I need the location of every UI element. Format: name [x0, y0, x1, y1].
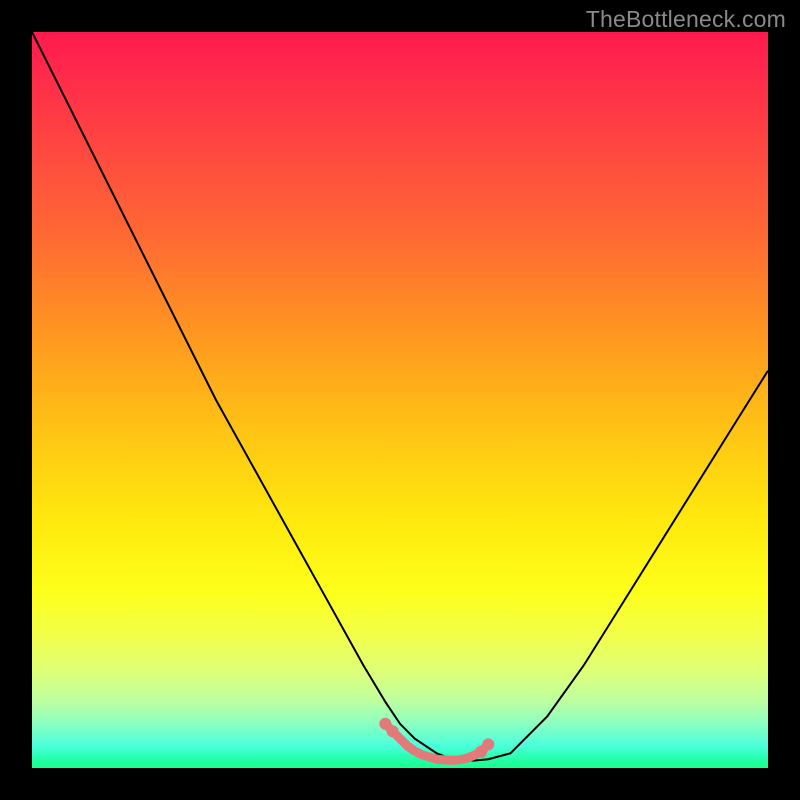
- optimal-range-highlight: [385, 724, 488, 761]
- bottleneck-curve: [32, 32, 768, 761]
- chart-frame: TheBottleneck.com: [0, 0, 800, 800]
- highlight-dot: [387, 725, 399, 737]
- curve-layer: [32, 32, 768, 768]
- watermark-text: TheBottleneck.com: [586, 6, 786, 33]
- plot-area: [32, 32, 768, 768]
- highlight-dot: [482, 738, 494, 750]
